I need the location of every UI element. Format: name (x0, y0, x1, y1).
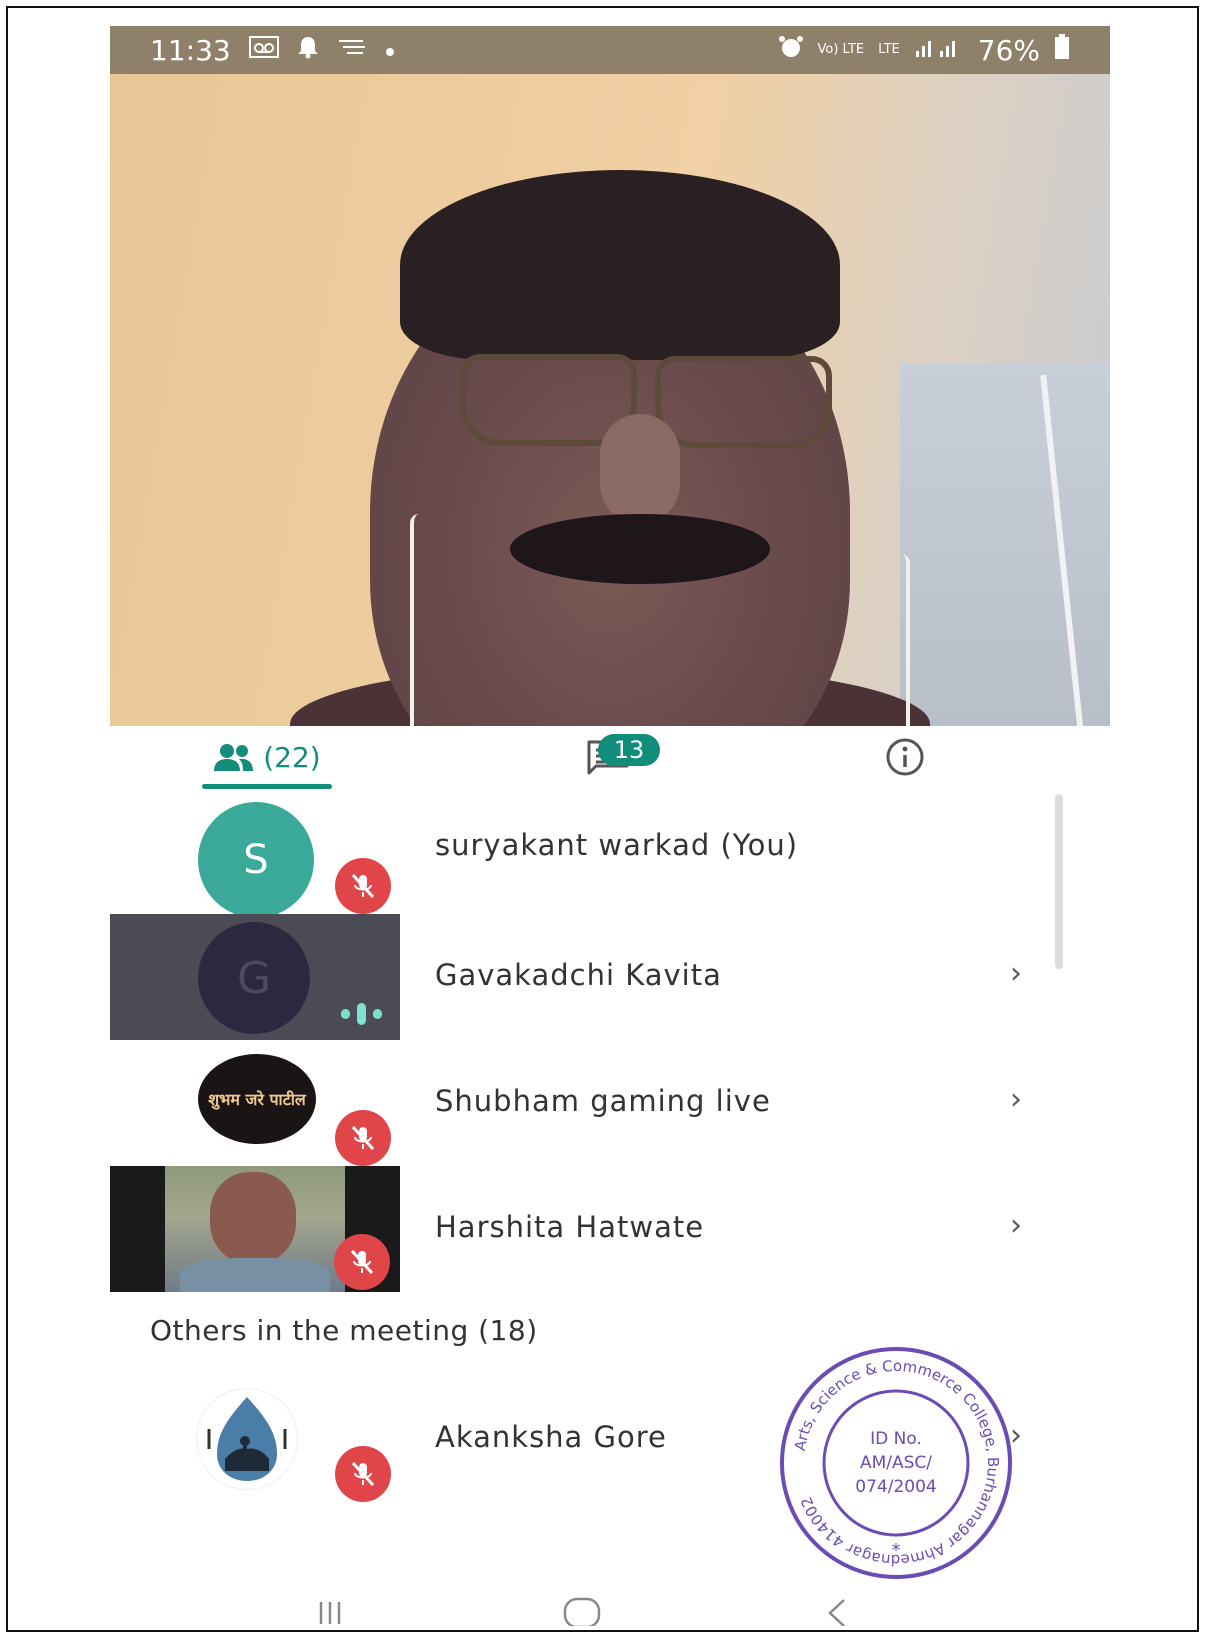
participant-name: Shubham gaming live (435, 1084, 771, 1118)
participant-video-tile (110, 1166, 400, 1292)
info-icon (886, 738, 924, 776)
mic-off-icon (335, 858, 391, 914)
main-video-feed[interactable] (110, 74, 1110, 726)
participant-name: Gavakadchi Kavita (435, 958, 722, 992)
earphone-wire (410, 514, 428, 726)
participant-tile: G (110, 914, 400, 1040)
status-time: 11:33 (150, 33, 231, 67)
participant-row[interactable]: शुभम जरे पाटील Shubham gaming live › (110, 1040, 1110, 1166)
avatar-logo: शुभम जरे पाटील (198, 1054, 316, 1144)
chat-unread-badge: 13 (598, 734, 660, 766)
volte-indicator: Vo) LTE (817, 42, 865, 57)
mic-off-icon (335, 1446, 391, 1502)
chevron-right-icon[interactable]: › (1010, 1208, 1022, 1243)
avatar: S (198, 802, 314, 918)
chevron-right-icon[interactable]: › (1010, 956, 1022, 991)
status-bar: 11:33 Vo) LTE LTE 76% (110, 26, 1110, 74)
participant-face (210, 1172, 296, 1264)
phone-screen: 11:33 Vo) LTE LTE 76% (22) 13 S suryakan… (110, 26, 1110, 1626)
avatar-logo (196, 1388, 298, 1490)
tab-people[interactable]: (22) (202, 726, 332, 788)
others-section-title: Others in the meeting (18) (150, 1314, 538, 1347)
stamp-line-2: AM/ASC/ (860, 1453, 932, 1473)
people-icon (214, 744, 254, 771)
tab-info[interactable] (870, 726, 940, 788)
back-button[interactable] (822, 1596, 852, 1626)
meeting-tabs: (22) 13 (110, 726, 1110, 789)
participant-row[interactable]: G Gavakadchi Kavita › (110, 914, 1110, 1040)
home-button[interactable] (562, 1596, 602, 1626)
battery-percent: 76% (977, 33, 1040, 67)
lte-indicator: LTE (878, 42, 900, 57)
stamp-line-3: 074/2004 (855, 1477, 936, 1497)
mic-off-icon (335, 1110, 391, 1166)
participant-row[interactable]: S suryakant warkad (You) (110, 788, 1110, 918)
recent-apps-button[interactable] (315, 1598, 345, 1626)
chevron-right-icon[interactable]: › (1010, 1082, 1022, 1117)
participant-name: suryakant warkad (You) (435, 828, 799, 862)
participant-list: S suryakant warkad (You) G Gavakadchi Ka… (110, 788, 1110, 1292)
avatar-initial: S (243, 837, 269, 883)
alarm-icon (778, 35, 804, 65)
mic-off-icon (334, 1234, 390, 1290)
participant-name: Akanksha Gore (435, 1420, 667, 1454)
people-count: (22) (263, 740, 321, 774)
cast-icon (337, 37, 367, 63)
avatar: G (198, 922, 310, 1034)
college-stamp: Arts, Science & Commerce College, Burhan… (777, 1344, 1015, 1582)
dot-icon (385, 38, 395, 63)
notification-bell-icon (297, 35, 319, 65)
signal-icon (914, 35, 964, 65)
android-nav-bar (110, 1586, 1110, 1626)
avatar-initial: G (236, 952, 272, 1004)
participant-row[interactable]: Harshita Hatwate › (110, 1166, 1110, 1292)
voicemail-icon (248, 36, 279, 64)
audio-level-icon (338, 1002, 386, 1026)
stamp-line-1: ID No. (870, 1429, 922, 1449)
participant-name: Harshita Hatwate (435, 1210, 705, 1244)
battery-icon (1054, 34, 1070, 66)
svg-text:*: * (892, 1540, 901, 1561)
avatar-logo-text: शुभम जरे पाटील (208, 1090, 306, 1109)
